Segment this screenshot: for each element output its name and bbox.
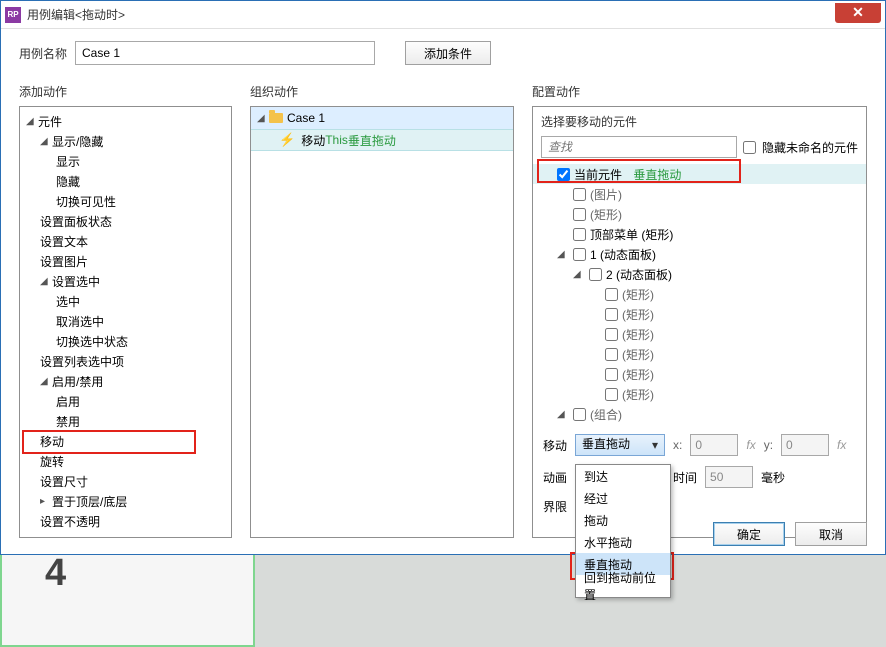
select-widgets-header: 选择要移动的元件 — [533, 107, 866, 136]
case-name: Case 1 — [287, 111, 325, 125]
widget-search-input[interactable] — [541, 136, 737, 158]
widget-r6[interactable]: (矩形) — [533, 384, 866, 404]
y-input[interactable] — [781, 434, 829, 456]
titlebar: RP 用例编辑<拖动时> ✕ — [1, 1, 885, 29]
fx-x-button[interactable]: fx — [746, 438, 755, 452]
widget-r4[interactable]: (矩形) — [533, 344, 866, 364]
y-label: y: — [764, 438, 773, 452]
dd-drag-return[interactable]: 回到拖动前位置 — [576, 575, 670, 597]
fx-y-button[interactable]: fx — [837, 438, 846, 452]
close-button[interactable]: ✕ — [835, 3, 881, 23]
widget-current-checkbox[interactable] — [557, 168, 570, 181]
add-condition-button[interactable]: 添加条件 — [405, 41, 491, 65]
case-row[interactable]: ◢ Case 1 — [251, 107, 513, 129]
case-name-input[interactable] — [75, 41, 375, 65]
tree-set-opacity[interactable]: 设置不透明 — [20, 511, 231, 531]
dd-drag-x[interactable]: 水平拖动 — [576, 531, 670, 553]
case-editor-dialog: RP 用例编辑<拖动时> ✕ 用例名称 添加条件 添加动作 ◢元件 ◢显示/隐藏… — [0, 0, 886, 555]
bounds-label: 界限 — [543, 498, 567, 515]
widget-r2[interactable]: (矩形) — [533, 304, 866, 324]
tree-disable[interactable]: 禁用 — [20, 411, 231, 431]
tree-hide[interactable]: 隐藏 — [20, 171, 231, 191]
tree-enable[interactable]: 启用 — [20, 391, 231, 411]
time-input[interactable] — [705, 466, 753, 488]
configure-action-label: 配置动作 — [532, 83, 867, 100]
cancel-button[interactable]: 取消 — [795, 522, 867, 546]
dd-by[interactable]: 经过 — [576, 487, 670, 509]
tree-set-image[interactable]: 设置图片 — [20, 251, 231, 271]
bolt-icon: ⚡ — [279, 132, 295, 148]
widget-top-menu[interactable]: 顶部菜单 (矩形) — [533, 224, 866, 244]
widget-image[interactable]: (图片) — [533, 184, 866, 204]
tree-show[interactable]: 显示 — [20, 151, 231, 171]
action-move-row[interactable]: ⚡ 移动 This 垂直拖动 — [251, 129, 513, 151]
tree-toggle-selected[interactable]: 切换选中状态 — [20, 331, 231, 351]
tree-enable-disable[interactable]: ◢启用/禁用 — [20, 371, 231, 391]
tree-rotate[interactable]: 旋转 — [20, 451, 231, 471]
widget-group[interactable]: ◢(组合) — [533, 404, 866, 424]
tree-select[interactable]: 选中 — [20, 291, 231, 311]
move-type-label: 移动 — [543, 437, 567, 454]
tree-toggle-visibility[interactable]: 切换可见性 — [20, 191, 231, 211]
tree-set-text[interactable]: 设置文本 — [20, 231, 231, 251]
organize-action-label: 组织动作 — [250, 83, 514, 100]
actions-tree-panel: ◢元件 ◢显示/隐藏 显示 隐藏 切换可见性 设置面板状态 设置文本 设置图片 … — [19, 106, 232, 538]
widget-dp2[interactable]: ◢2 (动态面板) — [533, 264, 866, 284]
widget-rect[interactable]: (矩形) — [533, 204, 866, 224]
move-type-combo[interactable]: 垂直拖动 — [575, 434, 665, 456]
widget-dp1[interactable]: ◢1 (动态面板) — [533, 244, 866, 264]
widget-r5[interactable]: (矩形) — [533, 364, 866, 384]
tree-show-hide[interactable]: ◢显示/隐藏 — [20, 131, 231, 151]
dd-drag[interactable]: 拖动 — [576, 509, 670, 531]
case-name-label: 用例名称 — [19, 45, 67, 62]
add-action-label: 添加动作 — [19, 83, 232, 100]
tree-deselect[interactable]: 取消选中 — [20, 311, 231, 331]
tree-move[interactable]: 移动 — [20, 431, 231, 451]
x-label: x: — [673, 438, 682, 452]
move-type-dropdown: 到达 经过 拖动 水平拖动 垂直拖动 回到拖动前位置 — [575, 464, 671, 598]
canvas-number: 4 — [45, 552, 66, 595]
widget-current[interactable]: 当前元件 垂直拖动 — [533, 164, 866, 184]
time-label: 时间 — [673, 469, 697, 486]
widget-r3[interactable]: (矩形) — [533, 324, 866, 344]
tree-set-size[interactable]: 设置尺寸 — [20, 471, 231, 491]
tree-bring-front-back[interactable]: ▸置于顶层/底层 — [20, 491, 231, 511]
animate-label: 动画 — [543, 469, 567, 486]
dd-to[interactable]: 到达 — [576, 465, 670, 487]
folder-icon — [269, 113, 283, 123]
app-icon: RP — [5, 7, 21, 23]
tree-set-list-selected[interactable]: 设置列表选中项 — [20, 351, 231, 371]
tree-set-selected[interactable]: ◢设置选中 — [20, 271, 231, 291]
organize-panel: ◢ Case 1 ⚡ 移动 This 垂直拖动 — [250, 106, 514, 538]
widget-r1[interactable]: (矩形) — [533, 284, 866, 304]
hide-unnamed-checkbox[interactable] — [743, 141, 756, 154]
tree-set-panel-state[interactable]: 设置面板状态 — [20, 211, 231, 231]
tree-widgets[interactable]: ◢元件 — [20, 111, 231, 131]
ms-label: 毫秒 — [761, 469, 785, 486]
hide-unnamed-label: 隐藏未命名的元件 — [762, 139, 858, 156]
ok-button[interactable]: 确定 — [713, 522, 785, 546]
window-title: 用例编辑<拖动时> — [27, 6, 835, 23]
x-input[interactable] — [690, 434, 738, 456]
